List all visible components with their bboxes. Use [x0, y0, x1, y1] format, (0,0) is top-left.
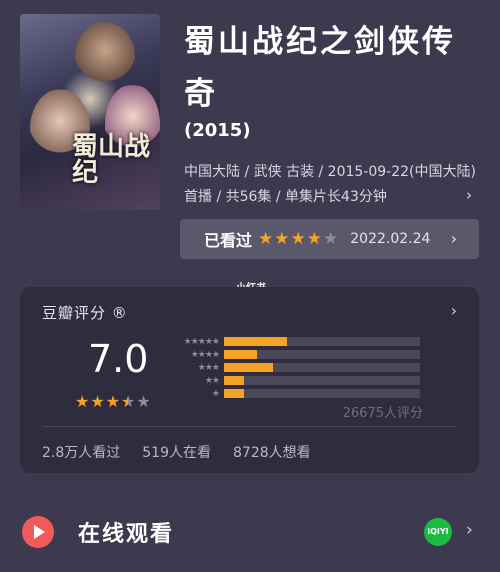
watched-status-button[interactable]: 已看过 ★ ★ ★ ★ ★ 2022.02.24 › [180, 219, 479, 259]
rating-distribution: ★★★★★ ★★★★ ★★★ ★★ ★ [174, 335, 428, 400]
distribution-bar-track [224, 337, 420, 346]
stat-watched[interactable]: 2.8万人看过 [42, 442, 120, 462]
distribution-row: ★ [174, 387, 428, 400]
douban-score-stars: ★ ★ ★ ★ ★ [75, 393, 151, 410]
watch-online-row[interactable]: 在线观看 iQIYI › [0, 508, 500, 558]
distribution-bar-track [224, 350, 420, 359]
chevron-right-icon: › [450, 229, 457, 248]
rating-count: 26675人评分 [342, 406, 423, 421]
distribution-bar-track [224, 363, 420, 372]
distribution-row: ★★ [174, 374, 428, 387]
distribution-bar-fill [224, 389, 244, 398]
stat-watching[interactable]: 519人在看 [142, 442, 211, 462]
watched-label: 已看过 [204, 231, 253, 250]
douban-rating-card[interactable]: 豆瓣评分 ® › 7.0 ★ ★ ★ ★ ★ ★★★★★ ★★★★ ★★★ ★★ ★ 26675… [20, 287, 479, 473]
star-icon: ★ [136, 392, 151, 411]
distribution-star-label: ★★★ [197, 362, 220, 373]
star-icon: ★ [258, 228, 274, 249]
douban-rating-title: 豆瓣评分 ® [42, 304, 128, 322]
star-icon: ★ [306, 228, 323, 249]
my-rating-stars: ★ ★ ★ ★ ★ [258, 228, 339, 249]
distribution-bar-track [224, 376, 420, 385]
movie-year: (2015) [184, 120, 251, 141]
star-icon: ★ [75, 392, 90, 411]
star-icon: ★ [121, 392, 136, 411]
distribution-star-label: ★★★★★ [183, 336, 220, 347]
poster-figure [75, 22, 135, 92]
chevron-right-icon: › [466, 520, 473, 540]
star-icon: ★ [274, 228, 290, 249]
distribution-star-label: ★★ [204, 375, 220, 386]
distribution-star-label: ★★★★ [190, 349, 220, 360]
iqiyi-logo-icon: iQIYI [424, 518, 452, 546]
stat-want[interactable]: 8728人想看 [233, 442, 311, 462]
poster-image[interactable]: 蜀山战纪 [20, 14, 160, 210]
distribution-bar-fill [224, 337, 287, 346]
distribution-star-label: ★ [211, 388, 220, 399]
star-icon: ★ [105, 392, 121, 411]
distribution-bar-fill [224, 376, 244, 385]
distribution-row: ★★★★ [174, 348, 428, 361]
douban-score: 7.0 [88, 337, 149, 381]
chevron-right-icon[interactable]: › [466, 186, 472, 204]
movie-title: 蜀山战纪之剑侠传奇 [184, 24, 456, 112]
distribution-row: ★★★ [174, 361, 428, 374]
watched-date: 2022.02.24 [350, 231, 431, 247]
distribution-row: ★★★★★ [174, 335, 428, 348]
viewer-stats: 2.8万人看过 519人在看 8728人想看 [42, 442, 311, 462]
distribution-bar-track [224, 389, 420, 398]
watch-online-label: 在线观看 [78, 521, 175, 547]
divider [42, 426, 457, 427]
play-icon [22, 516, 54, 548]
star-icon: ★ [323, 228, 339, 249]
poster-calligraphy: 蜀山战纪 [72, 132, 151, 188]
movie-meta[interactable]: 中国大陆 / 武侠 古装 / 2015-09-22(中国大陆)首播 / 共56集… [184, 160, 482, 210]
distribution-bar-fill [224, 363, 273, 372]
star-icon: ★ [90, 392, 105, 411]
chevron-right-icon[interactable]: › [451, 301, 457, 320]
distribution-bar-fill [224, 350, 258, 359]
star-icon: ★ [290, 228, 306, 249]
